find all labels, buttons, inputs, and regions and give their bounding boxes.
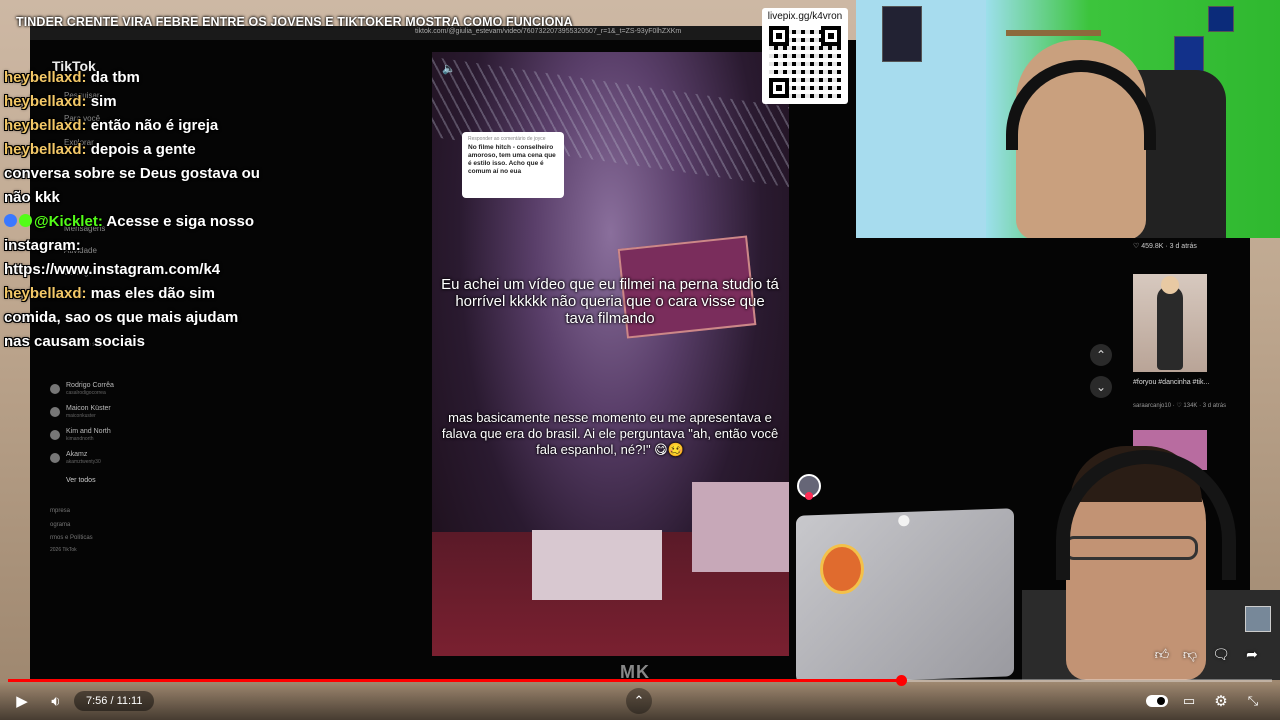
browser-url: tiktok.com/@giulia_estevam/video/7607322… xyxy=(415,28,682,35)
donation-qr: livepix.gg/k4vron xyxy=(762,8,848,104)
account-handle: casalrodigocorrea xyxy=(66,390,106,396)
chevron-down-icon: ⌄ xyxy=(1090,376,1112,398)
tiktok-footer-link: rmos e Políticas xyxy=(50,535,93,541)
avatar xyxy=(50,407,60,417)
share-icon[interactable]: ➦ xyxy=(1240,642,1264,666)
chat-username: heybellaxd: xyxy=(4,69,87,86)
qr-eye xyxy=(769,78,789,98)
video-caption-2: mas basicamente nesse momento eu me apre… xyxy=(441,410,779,457)
thumbnail-figure-head xyxy=(1161,276,1179,294)
tiktok-footer-link: mpresa xyxy=(50,508,71,514)
guest-webcam: ● xyxy=(796,440,1280,680)
bot-badge-icon xyxy=(4,214,17,227)
channel-avatar[interactable] xyxy=(1245,606,1271,632)
chat-text: então não é igreja xyxy=(86,117,219,134)
chevron-up-icon[interactable]: ⌃ xyxy=(626,688,652,714)
avatar xyxy=(50,430,60,440)
tiktok-footer-link: ograma xyxy=(50,522,71,528)
tiktok-account-item: Rodrigo Corrêa casalrodigocorrea xyxy=(50,382,114,396)
account-handle: maiconkuster xyxy=(66,413,96,419)
chat-message: heybellaxd: depois a gente conversa sobr… xyxy=(4,138,264,210)
video-headline: TINDER CRENTE VIRA FEBRE ENTRE OS JOVENS… xyxy=(16,15,573,29)
tiktok-see-all: Ver todos xyxy=(66,477,96,484)
gear-icon[interactable]: ⚙ xyxy=(1207,690,1235,712)
fullscreen-exit-icon[interactable]: ⤡ xyxy=(1239,690,1267,712)
comment-reply-text: No filme hitch - conselheiro amoroso, te… xyxy=(468,144,556,175)
thumbnail-figure xyxy=(1157,286,1183,370)
avatar xyxy=(50,384,60,394)
account-name: Maicon Küster xyxy=(66,405,111,412)
shelf xyxy=(1006,30,1101,36)
chat-username: heybellaxd: xyxy=(4,141,87,158)
volume-icon[interactable]: 🔉︎ xyxy=(42,690,70,712)
chat-message: heybellaxd: sim xyxy=(4,90,264,114)
chat-username: @Kicklet: xyxy=(34,213,103,230)
chat-username: heybellaxd: xyxy=(4,117,87,134)
qr-label: livepix.gg/k4vron xyxy=(767,11,843,22)
table xyxy=(692,482,789,572)
account-name: Kim and North xyxy=(66,428,111,435)
chat-username: heybellaxd: xyxy=(4,285,87,302)
feed-thumbnail-meta: saraarcanjo10 · ♡ 134K · 3 d atrás xyxy=(1133,403,1227,409)
feed-thumbnail xyxy=(1133,274,1207,372)
qr-eye xyxy=(821,26,841,46)
dislike-icon[interactable]: 👎︎ xyxy=(1178,642,1202,666)
video-caption-1: Eu achei um vídeo que eu filmei na perna… xyxy=(441,276,779,327)
verified-badge-icon xyxy=(19,214,32,227)
table xyxy=(532,530,662,600)
account-name: Rodrigo Corrêa xyxy=(66,382,114,389)
apple-logo-icon: ● xyxy=(896,504,912,534)
mute-icon: 🔈 xyxy=(442,63,456,75)
chevron-up-icon: ⌃ xyxy=(1090,344,1112,366)
streamer-webcam xyxy=(856,0,1280,238)
chat-message: heybellaxd: então não é igreja xyxy=(4,114,264,138)
progress-fill xyxy=(8,679,901,682)
avatar xyxy=(50,453,60,463)
chat-username: heybellaxd: xyxy=(4,93,87,110)
comment-reply-bubble: Responder ao comentário de joyce No film… xyxy=(462,132,564,198)
chat-overlay: heybellaxd: da tbm heybellaxd: sim heybe… xyxy=(4,66,264,354)
chat-message: @Kicklet: Acesse e siga nosso instagram:… xyxy=(4,210,264,282)
feed-stat: ♡ 459.8K · 3 d atrás xyxy=(1133,243,1197,250)
qr-eye xyxy=(769,26,789,46)
progress-handle[interactable] xyxy=(896,675,907,686)
chat-message: heybellaxd: da tbm xyxy=(4,66,264,90)
tiktok-copyright: 2026 TikTok xyxy=(50,547,77,553)
chat-text: da tbm xyxy=(86,69,140,86)
chat-message: heybellaxd: mas eles dão sim comida, sao… xyxy=(4,282,264,354)
account-handle: kimandnorth xyxy=(66,436,94,442)
poster xyxy=(1208,6,1234,32)
account-name: Akamz xyxy=(66,451,88,458)
chat-text: sim xyxy=(86,93,117,110)
time-display: 7:56 / 11:11 xyxy=(74,691,155,711)
comment-reply-header: Responder ao comentário de joyce xyxy=(468,136,546,142)
autoplay-toggle[interactable] xyxy=(1146,695,1168,707)
account-handle: akamztwenty30 xyxy=(66,459,101,465)
laptop-sticker xyxy=(820,544,864,594)
like-icon[interactable]: 👍︎ xyxy=(1150,642,1174,666)
comment-icon[interactable]: 🗨 xyxy=(1209,642,1233,666)
play-icon[interactable]: ▶ xyxy=(8,690,36,712)
tiktok-account-item: Akamz akamztwenty30 xyxy=(50,451,101,465)
feed-thumbnail-caption: #foryou #dancinha #tik... xyxy=(1133,379,1210,386)
tiktok-account-item: Maicon Küster maiconkuster xyxy=(50,405,111,419)
poster xyxy=(882,6,922,62)
tiktok-account-item: Kim and North kimandnorth xyxy=(50,428,111,442)
subtitles-icon[interactable]: ▭ xyxy=(1175,690,1203,712)
